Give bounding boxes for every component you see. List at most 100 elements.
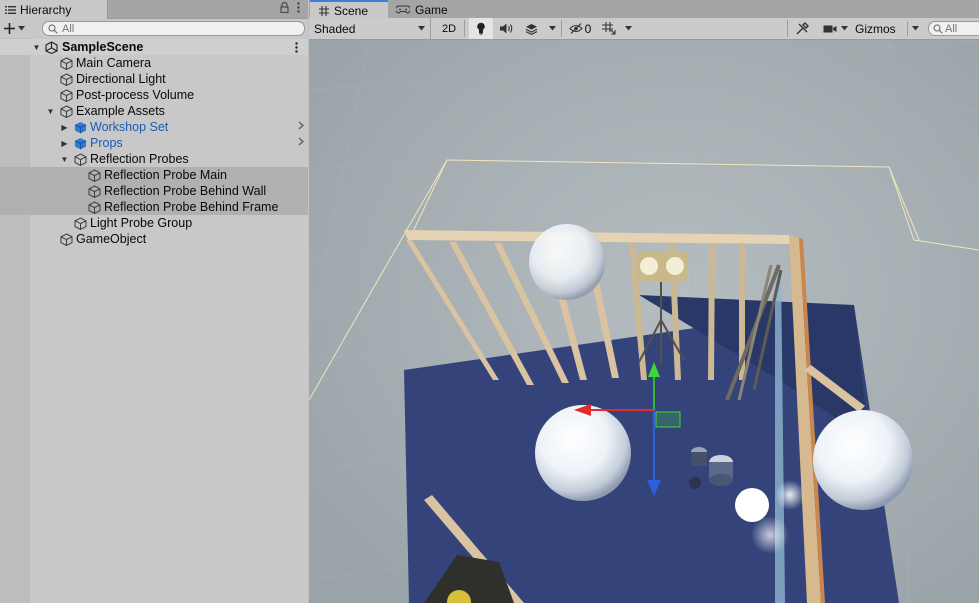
tree-item-gameobject[interactable]: GameObject bbox=[0, 231, 308, 247]
toolbar-divider bbox=[561, 20, 562, 37]
tab-label: Hierarchy bbox=[20, 2, 72, 17]
tree-item-main-camera[interactable]: Main Camera bbox=[0, 55, 308, 71]
expand-arrow-icon[interactable]: ▼ bbox=[46, 107, 55, 116]
tree-item-label: Reflection Probe Behind Wall bbox=[104, 184, 267, 198]
gizmos-dropdown[interactable]: Gizmos bbox=[851, 18, 921, 39]
toolbar-divider bbox=[464, 20, 465, 37]
hierarchy-panel: Hierarchy All ▼ SampleScene Main Camera … bbox=[0, 0, 308, 603]
tab-label: Game bbox=[415, 2, 448, 17]
tree-item-label: Main Camera bbox=[76, 56, 152, 70]
chevron-down-icon bbox=[418, 26, 425, 31]
gameobject-cube-icon bbox=[59, 104, 73, 118]
plus-icon bbox=[4, 22, 15, 34]
expand-arrow-icon[interactable]: ▼ bbox=[32, 43, 41, 52]
reflection-probe-main[interactable] bbox=[535, 405, 631, 501]
light-probe[interactable] bbox=[735, 488, 769, 522]
tree-item-reflection-probe-behind-wall[interactable]: Reflection Probe Behind Wall bbox=[0, 183, 308, 199]
chevron-right-icon[interactable] bbox=[298, 121, 304, 133]
kebab-menu-icon[interactable] bbox=[295, 41, 298, 53]
lock-icon[interactable] bbox=[280, 2, 289, 13]
light-probe[interactable] bbox=[751, 516, 789, 554]
scene-render[interactable] bbox=[309, 40, 979, 603]
tree-item-samplescene[interactable]: ▼ SampleScene bbox=[0, 39, 308, 55]
scene-panel: Scene Game Shaded 2D 0 Gizmos All bbox=[309, 0, 979, 603]
tree-item-label: Props bbox=[90, 136, 123, 150]
tree-item-light-probe-group[interactable]: Light Probe Group bbox=[0, 215, 308, 231]
lighting-toggle[interactable] bbox=[469, 18, 493, 39]
speaker-icon bbox=[499, 23, 513, 34]
shading-mode-dropdown[interactable]: Shaded bbox=[309, 18, 431, 39]
tree-item-label: SampleScene bbox=[62, 40, 144, 54]
tree-item-label: Example Assets bbox=[76, 104, 165, 118]
collapsed-arrow-icon[interactable]: ▶ bbox=[60, 139, 69, 148]
grid-dropdown[interactable] bbox=[621, 18, 635, 39]
gameobject-cube-icon bbox=[59, 72, 73, 86]
gameobject-cube-icon bbox=[87, 184, 101, 198]
chevron-down-icon bbox=[548, 26, 556, 31]
scene-viewport[interactable] bbox=[309, 40, 979, 603]
tools-icon bbox=[796, 22, 809, 35]
reflection-probe-behind-frame[interactable] bbox=[813, 410, 913, 510]
tab-hierarchy[interactable]: Hierarchy bbox=[0, 0, 108, 19]
tree-item-reflection-probe-behind-frame[interactable]: Reflection Probe Behind Frame bbox=[0, 199, 308, 215]
tree-item-post-process-volume[interactable]: Post-process Volume bbox=[0, 87, 308, 103]
scene-visibility-toggle[interactable]: 0 bbox=[565, 18, 595, 39]
gameobject-cube-icon bbox=[87, 168, 101, 182]
scene-search-input[interactable] bbox=[945, 22, 979, 35]
2d-label: 2D bbox=[441, 22, 457, 35]
eye-slash-icon bbox=[568, 23, 583, 34]
audio-toggle[interactable] bbox=[495, 18, 517, 39]
prefab-cube-icon bbox=[73, 136, 87, 150]
gameobject-cube-icon bbox=[73, 216, 87, 230]
tree-item-example-assets[interactable]: ▼ Example Assets bbox=[0, 103, 308, 119]
grid-snap-toggle[interactable] bbox=[598, 18, 620, 39]
gamepad-icon bbox=[396, 5, 410, 14]
gameobject-cube-icon bbox=[73, 152, 87, 166]
gizmos-label: Gizmos bbox=[855, 21, 896, 36]
tab-game[interactable]: Game bbox=[391, 0, 451, 19]
hierarchy-search-input[interactable] bbox=[62, 22, 292, 35]
chevron-down-icon bbox=[907, 21, 919, 36]
effects-dropdown[interactable] bbox=[545, 18, 559, 39]
scene-tab-bar: Scene Game bbox=[309, 0, 979, 19]
tree-item-label: Reflection Probe Main bbox=[104, 168, 227, 182]
effects-toggle[interactable] bbox=[519, 18, 543, 39]
tree-item-label: GameObject bbox=[76, 232, 147, 246]
scene-search[interactable] bbox=[928, 21, 979, 36]
chevron-down-icon bbox=[624, 26, 632, 31]
tree-item-reflection-probe-main[interactable]: Reflection Probe Main bbox=[0, 167, 308, 183]
tree-item-reflection-probes[interactable]: ▼ Reflection Probes bbox=[0, 151, 308, 167]
gameobject-cube-icon bbox=[59, 88, 73, 102]
tree-item-directional-light[interactable]: Directional Light bbox=[0, 71, 308, 87]
chevron-down-icon bbox=[840, 26, 848, 31]
hierarchy-search[interactable] bbox=[42, 21, 305, 36]
hidden-count: 0 bbox=[584, 21, 592, 36]
tree-item-label: Light Probe Group bbox=[90, 216, 193, 230]
2d-mode-button[interactable]: 2D bbox=[437, 18, 461, 39]
kebab-menu-icon[interactable] bbox=[297, 2, 300, 13]
gameobject-cube-icon bbox=[59, 56, 73, 70]
grid-snap-icon bbox=[602, 22, 616, 35]
tab-scene[interactable]: Scene bbox=[310, 0, 388, 19]
hamburger-icon bbox=[5, 5, 16, 15]
camera-settings-dropdown[interactable] bbox=[817, 18, 853, 39]
tree-item-label: Workshop Set bbox=[90, 120, 169, 134]
add-button[interactable] bbox=[4, 19, 32, 37]
tools-button[interactable] bbox=[791, 18, 813, 39]
expand-arrow-icon[interactable]: ▼ bbox=[60, 155, 69, 164]
prefab-cube-icon bbox=[73, 120, 87, 134]
tree-item-label: Post-process Volume bbox=[76, 88, 195, 102]
collapsed-arrow-icon[interactable]: ▶ bbox=[60, 123, 69, 132]
shading-mode-label: Shaded bbox=[314, 21, 356, 36]
chevron-down-icon bbox=[18, 25, 25, 31]
tree-item-workshop-set[interactable]: ▶ Workshop Set bbox=[0, 119, 308, 135]
tree-item-props[interactable]: ▶ Props bbox=[0, 135, 308, 151]
chevron-right-icon[interactable] bbox=[298, 137, 304, 149]
camera-icon bbox=[823, 24, 837, 34]
light-probe[interactable] bbox=[775, 480, 805, 510]
grid-icon bbox=[319, 5, 329, 16]
layers-icon bbox=[525, 23, 538, 35]
gameobject-cube-icon bbox=[87, 200, 101, 214]
reflection-probe-behind-wall[interactable] bbox=[529, 224, 605, 300]
search-icon bbox=[48, 23, 58, 34]
